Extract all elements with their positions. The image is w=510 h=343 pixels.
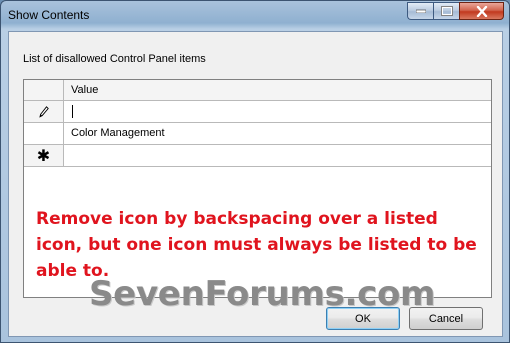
row-header[interactable] bbox=[24, 123, 64, 144]
dialog-window: Show Contents List of disallowed Control… bbox=[0, 0, 510, 343]
ok-button-label: OK bbox=[355, 312, 371, 325]
title-bar[interactable]: Show Contents bbox=[1, 1, 509, 31]
minimize-icon bbox=[415, 9, 426, 13]
close-button[interactable] bbox=[459, 2, 504, 20]
cancel-button[interactable]: Cancel bbox=[409, 307, 483, 330]
values-grid[interactable]: Value Color Management ✱ Remove icon by … bbox=[23, 79, 492, 298]
annotation-note: Remove icon by backspacing over a listed… bbox=[36, 209, 477, 281]
grid-header: Value bbox=[24, 80, 491, 101]
ok-button[interactable]: OK bbox=[326, 307, 400, 330]
grid-cell-value[interactable]: Color Management bbox=[71, 127, 165, 139]
close-icon bbox=[476, 5, 487, 17]
text-caret bbox=[72, 105, 73, 118]
dialog-client-area: List of disallowed Control Panel items V… bbox=[8, 31, 503, 337]
row-header[interactable] bbox=[24, 101, 64, 122]
asterisk-icon: ✱ bbox=[36, 145, 51, 165]
pencil-icon bbox=[38, 105, 49, 118]
row-header[interactable]: ✱ bbox=[24, 145, 64, 166]
grid-new-row[interactable]: ✱ bbox=[24, 145, 491, 167]
grid-corner[interactable] bbox=[24, 80, 64, 100]
window-title: Show Contents bbox=[8, 8, 90, 22]
minimize-button[interactable] bbox=[407, 2, 433, 20]
cancel-button-label: Cancel bbox=[428, 312, 464, 325]
column-header-value[interactable]: Value bbox=[71, 84, 98, 96]
instruction-label: List of disallowed Control Panel items bbox=[23, 53, 206, 65]
maximize-icon bbox=[440, 6, 453, 16]
grid-row[interactable]: Color Management bbox=[24, 123, 491, 145]
caption-buttons bbox=[407, 2, 504, 20]
grid-row[interactable] bbox=[24, 101, 491, 123]
maximize-button[interactable] bbox=[433, 2, 459, 20]
